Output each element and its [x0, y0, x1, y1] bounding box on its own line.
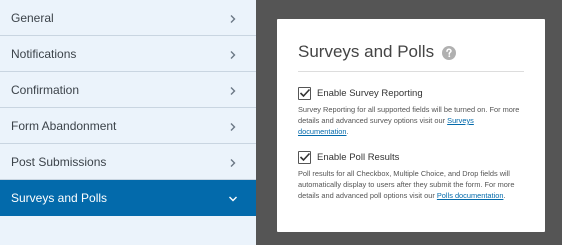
survey-reporting-checkbox[interactable] [298, 86, 311, 100]
chevron-down-icon [228, 193, 238, 203]
panel-title-row: Surveys and Polls [298, 42, 457, 62]
description-text: Survey Reporting for all supported field… [298, 105, 520, 125]
surveys-polls-panel: Surveys and Polls Enable Survey Reportin… [277, 19, 545, 232]
poll-results-option: Enable Poll Results Poll results for all… [298, 149, 524, 201]
sidebar-item-notifications[interactable]: Notifications [0, 36, 256, 72]
polls-documentation-link[interactable]: Polls documentation [437, 191, 504, 200]
sidebar-empty-area [0, 216, 256, 245]
poll-results-description: Poll results for all Checkbox, Multiple … [298, 168, 524, 201]
chevron-right-icon [228, 121, 238, 131]
backdrop [256, 0, 277, 245]
survey-reporting-row: Enable Survey Reporting [298, 85, 524, 101]
chevron-right-icon [228, 85, 238, 95]
help-icon[interactable] [442, 45, 457, 60]
sidebar-item-surveys-and-polls[interactable]: Surveys and Polls [0, 180, 256, 216]
sidebar-item-label: Confirmation [11, 82, 80, 97]
description-text: . [503, 191, 506, 200]
poll-results-row: Enable Poll Results [298, 149, 524, 165]
poll-results-label[interactable]: Enable Poll Results [317, 152, 399, 163]
survey-reporting-label[interactable]: Enable Survey Reporting [317, 88, 423, 99]
sidebar-item-label: Form Abandonment [11, 118, 117, 133]
poll-results-checkbox[interactable] [298, 150, 311, 164]
description-text: . [346, 127, 349, 136]
sidebar-item-post-submissions[interactable]: Post Submissions [0, 144, 256, 180]
panel-title: Surveys and Polls [298, 42, 435, 61]
survey-reporting-description: Survey Reporting for all supported field… [298, 104, 524, 137]
backdrop [545, 0, 562, 245]
check-icon [299, 152, 311, 161]
sidebar-item-form-abandonment[interactable]: Form Abandonment [0, 108, 256, 144]
divider [298, 71, 524, 72]
sidebar-item-general[interactable]: General [0, 0, 256, 36]
sidebar-item-label: Notifications [11, 46, 77, 61]
check-icon [299, 88, 311, 97]
survey-reporting-option: Enable Survey Reporting Survey Reporting… [298, 85, 524, 137]
sidebar-item-label: General [11, 10, 54, 25]
sidebar-item-confirmation[interactable]: Confirmation [0, 72, 256, 108]
settings-sidebar: General Notifications Confirmation Form … [0, 0, 256, 245]
chevron-right-icon [228, 49, 238, 59]
chevron-right-icon [228, 13, 238, 23]
sidebar-item-label: Surveys and Polls [11, 190, 108, 205]
chevron-right-icon [228, 157, 238, 167]
sidebar-item-label: Post Submissions [11, 154, 107, 169]
